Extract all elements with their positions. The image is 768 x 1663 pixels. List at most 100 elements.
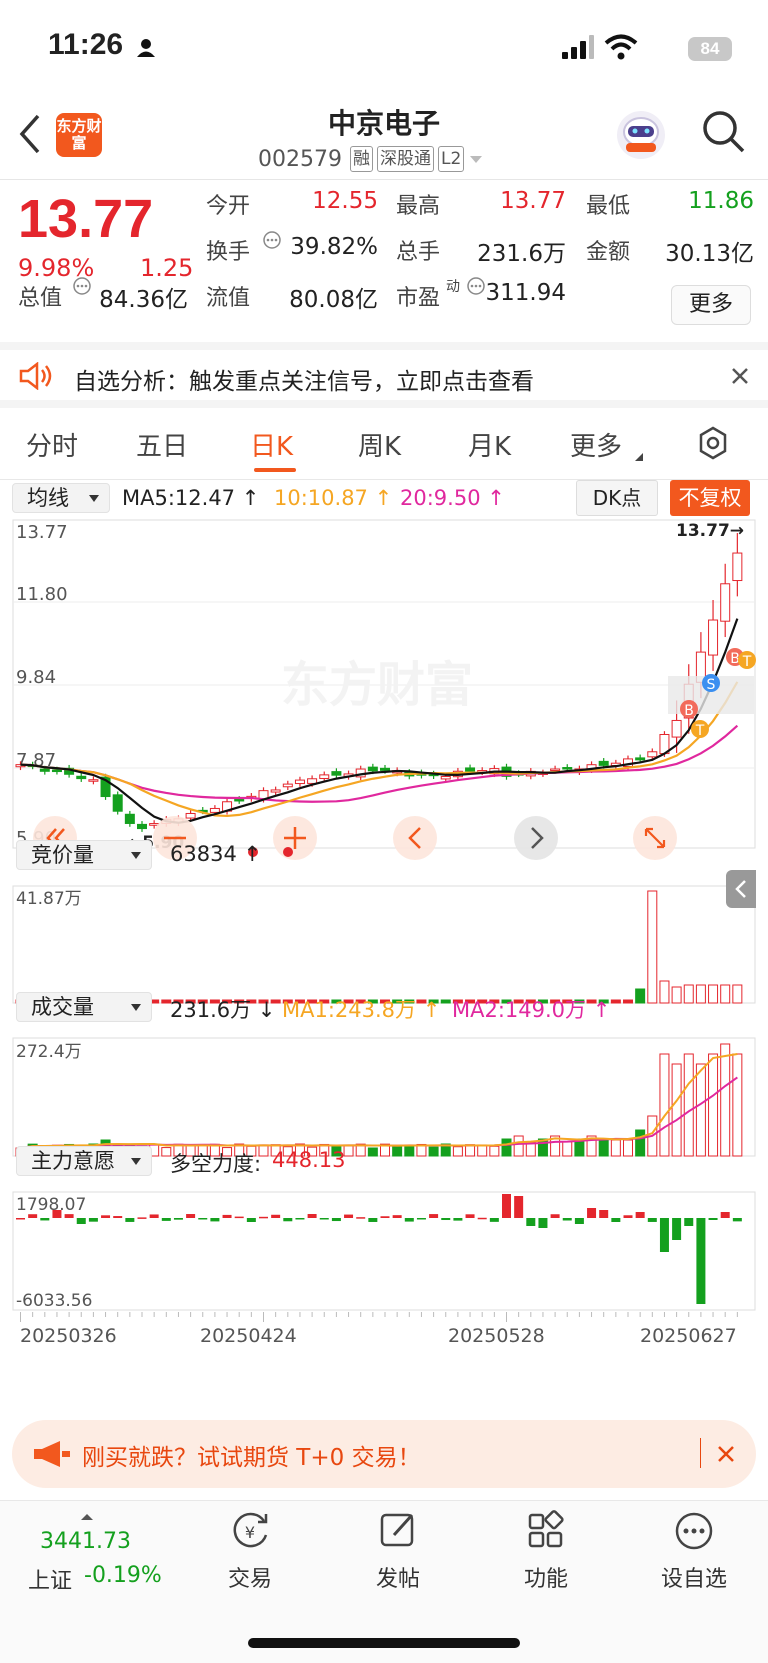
candle: [234, 798, 245, 802]
candle: [380, 767, 390, 771]
pe-value: 311.94: [485, 280, 566, 306]
auction-select[interactable]: 竞价量: [16, 840, 152, 870]
candle: [720, 583, 731, 622]
turnover-value: 39.82%: [290, 234, 378, 260]
edit-icon: [380, 1513, 414, 1547]
nav-add-watchlist-label: 设自选: [660, 1567, 727, 1592]
main-force-bar: [344, 1214, 354, 1218]
search-icon[interactable]: [700, 108, 746, 154]
date-label-3: 20250627: [640, 1325, 737, 1347]
trade-icon: ¥: [233, 1512, 268, 1548]
candle: [185, 812, 196, 819]
volume-bar: [404, 1144, 415, 1157]
main-force-bar: [161, 1218, 171, 1221]
dk-point-button[interactable]: DK点: [576, 480, 658, 516]
main-force-bar: [659, 1218, 669, 1252]
auction-value-text: 63834: [170, 842, 237, 866]
tab-more[interactable]: 更多: [570, 426, 622, 463]
main-force-bar: [562, 1218, 572, 1221]
main-force-bar: [392, 1215, 402, 1218]
volume-bar: [708, 1053, 719, 1157]
vol-ma2-text: MA2:149.0万: [452, 998, 587, 1022]
tab-intraday[interactable]: 分时: [26, 426, 78, 463]
candle: [598, 760, 609, 766]
close-icon[interactable]: [716, 1444, 736, 1464]
main-force-bar: [441, 1218, 451, 1221]
volume-value: 231.6万 ↓: [170, 998, 276, 1022]
nav-features-label: 功能: [523, 1567, 568, 1592]
arrow-right-glyph: →: [730, 521, 744, 541]
connect-tag: 深股通: [376, 146, 434, 172]
tab-daily-k[interactable]: 日K: [250, 426, 293, 463]
index-value[interactable]: 3441.73: [40, 1529, 131, 1554]
dropdown-icon[interactable]: [468, 153, 484, 165]
tab-monthly-k[interactable]: 月K: [468, 426, 511, 463]
volume-bar: [683, 1053, 694, 1157]
info-icon[interactable]: [262, 230, 282, 250]
float-label: 流值: [206, 286, 251, 311]
battery-indicator: 84: [688, 37, 732, 61]
nav-post-label: 发帖: [375, 1567, 420, 1592]
close-icon[interactable]: [730, 366, 750, 386]
mktcap-value: 84.36亿: [99, 287, 188, 313]
main-force-bar: [489, 1218, 499, 1222]
candle: [708, 619, 719, 656]
megaphone-icon: [34, 1441, 70, 1467]
volume-bar: [659, 1053, 670, 1157]
candle: [331, 771, 342, 776]
main-force-bar: [477, 1217, 487, 1220]
main-force-bar: [696, 1218, 706, 1304]
max-price-marker: 13.77→: [676, 521, 744, 541]
nav-trade[interactable]: ¥ 交易: [190, 1509, 310, 1593]
futures-promo-banner[interactable]: 刚买就跌？试试期货 T+0 交易！: [12, 1420, 756, 1488]
tab-weekly-k[interactable]: 周K: [358, 426, 401, 463]
volume-bar: [635, 1129, 646, 1157]
more-button[interactable]: 更多: [671, 285, 751, 325]
next-button[interactable]: [514, 816, 558, 860]
main-force-bar: [246, 1218, 256, 1222]
candle: [465, 767, 476, 772]
mktcap-label: 总值: [18, 286, 63, 311]
high-value: 13.77: [500, 188, 566, 214]
ma-indicator-select[interactable]: 均线: [12, 483, 110, 513]
auction-bar: [440, 999, 451, 1004]
nav-add-watchlist[interactable]: 设自选: [634, 1509, 754, 1593]
main-force-bar: [635, 1212, 645, 1218]
candle: [88, 779, 99, 782]
ma20-text: 20:9.50: [400, 486, 481, 510]
main-force-value: 448.13: [272, 1148, 346, 1172]
person-icon: [137, 39, 155, 57]
alert-banner[interactable]: 自选分析：触发重点关注信号，立即点击查看: [0, 342, 768, 408]
candle: [112, 794, 123, 812]
volume-bar: [695, 1063, 706, 1157]
auction-bars: [15, 890, 743, 1004]
candle: [124, 813, 135, 824]
prev-button[interactable]: [393, 816, 437, 860]
no-adjust-button[interactable]: 不复权: [670, 480, 750, 516]
main-force-select[interactable]: 主力意愿: [16, 1146, 152, 1176]
nav-post[interactable]: 发帖: [338, 1509, 458, 1593]
amount-label: 金额: [586, 240, 631, 265]
ma-indicator-label: 均线: [27, 486, 69, 510]
price-tick-0: 13.77: [16, 522, 68, 543]
promo-text: 刚买就跌？试试期货 T+0 交易！: [82, 1445, 421, 1471]
main-force-bar: [611, 1218, 621, 1222]
ma20-legend: 20:9.50 ↑: [400, 486, 505, 510]
robot-avatar-icon[interactable]: [614, 108, 668, 162]
vol-ma2-line: [20, 1076, 738, 1149]
kline-svg[interactable]: 东方财富 13.77 11.80 9.84 7.87 5.90 B S B T …: [0, 516, 768, 1410]
date-label-2: 20250528: [448, 1325, 545, 1347]
volume-select[interactable]: 成交量: [16, 992, 152, 1022]
candle: [294, 779, 305, 785]
settings-icon[interactable]: [696, 426, 730, 460]
auction-value: 63834 ↑: [170, 842, 262, 866]
collapse-panel-button[interactable]: [726, 870, 756, 908]
volume-bar: [623, 1139, 633, 1157]
candle: [270, 789, 281, 793]
b-marker-text: B: [684, 703, 694, 719]
auction-axis-top: 41.87万: [16, 889, 82, 909]
main-force-bar: [64, 1214, 74, 1218]
nav-features[interactable]: 功能: [486, 1509, 606, 1593]
main-force-bar: [672, 1218, 682, 1240]
tab-five-day[interactable]: 五日: [136, 426, 188, 463]
